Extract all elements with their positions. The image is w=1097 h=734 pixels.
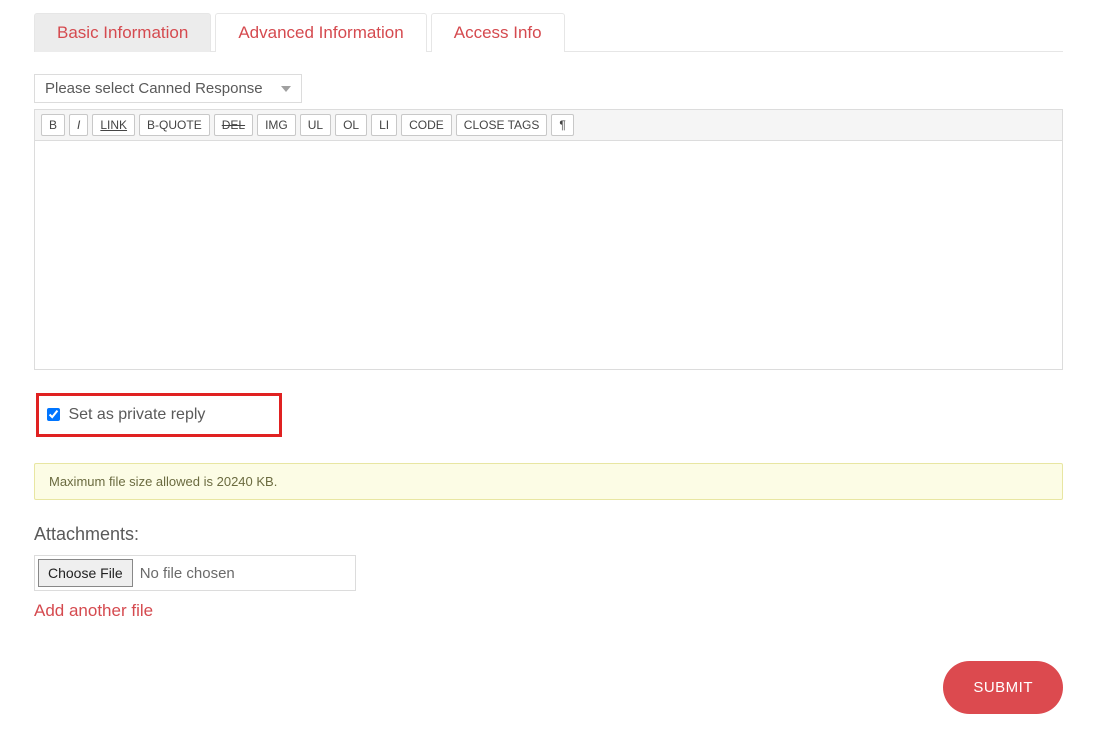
li-button[interactable]: LI bbox=[371, 114, 397, 136]
editor-toolbar: B I LINK B-QUOTE DEL IMG UL OL LI CODE C… bbox=[34, 109, 1063, 140]
private-reply-highlight: Set as private reply bbox=[36, 393, 282, 437]
chevron-down-icon bbox=[281, 86, 291, 92]
private-reply-checkbox[interactable] bbox=[47, 408, 60, 421]
attachments-heading: Attachments: bbox=[34, 524, 1063, 545]
ul-button[interactable]: UL bbox=[300, 114, 331, 136]
filesize-alert: Maximum file size allowed is 20240 KB. bbox=[34, 463, 1063, 500]
file-input-row: Choose File No file chosen bbox=[34, 555, 356, 591]
close-tags-button[interactable]: CLOSE TAGS bbox=[456, 114, 548, 136]
canned-response-placeholder: Please select Canned Response bbox=[45, 80, 263, 97]
del-button[interactable]: DEL bbox=[214, 114, 253, 136]
submit-row: SUBMIT bbox=[34, 661, 1063, 714]
bold-button[interactable]: B bbox=[41, 114, 65, 136]
tab-advanced-information[interactable]: Advanced Information bbox=[215, 13, 426, 52]
private-reply-row: Set as private reply bbox=[34, 383, 1063, 447]
pilcrow-button[interactable]: ¶ bbox=[551, 114, 573, 136]
tab-access-info[interactable]: Access Info bbox=[431, 13, 565, 52]
tab-basic-information[interactable]: Basic Information bbox=[34, 13, 211, 52]
canned-response-select[interactable]: Please select Canned Response bbox=[34, 74, 302, 103]
file-status-text: No file chosen bbox=[136, 565, 235, 582]
tabs-bar: Basic Information Advanced Information A… bbox=[34, 12, 1063, 52]
blockquote-button[interactable]: B-QUOTE bbox=[139, 114, 210, 136]
private-reply-text: Set as private reply bbox=[68, 406, 205, 423]
add-another-file-link[interactable]: Add another file bbox=[34, 601, 153, 621]
private-reply-label[interactable]: Set as private reply bbox=[47, 406, 205, 423]
reply-textarea[interactable] bbox=[34, 140, 1063, 370]
editor-section: Please select Canned Response B I LINK B… bbox=[34, 74, 1063, 375]
choose-file-button[interactable]: Choose File bbox=[38, 559, 133, 587]
ol-button[interactable]: OL bbox=[335, 114, 367, 136]
code-button[interactable]: CODE bbox=[401, 114, 452, 136]
italic-button[interactable]: I bbox=[69, 114, 88, 136]
submit-button[interactable]: SUBMIT bbox=[943, 661, 1063, 714]
link-button[interactable]: LINK bbox=[92, 114, 135, 136]
img-button[interactable]: IMG bbox=[257, 114, 296, 136]
